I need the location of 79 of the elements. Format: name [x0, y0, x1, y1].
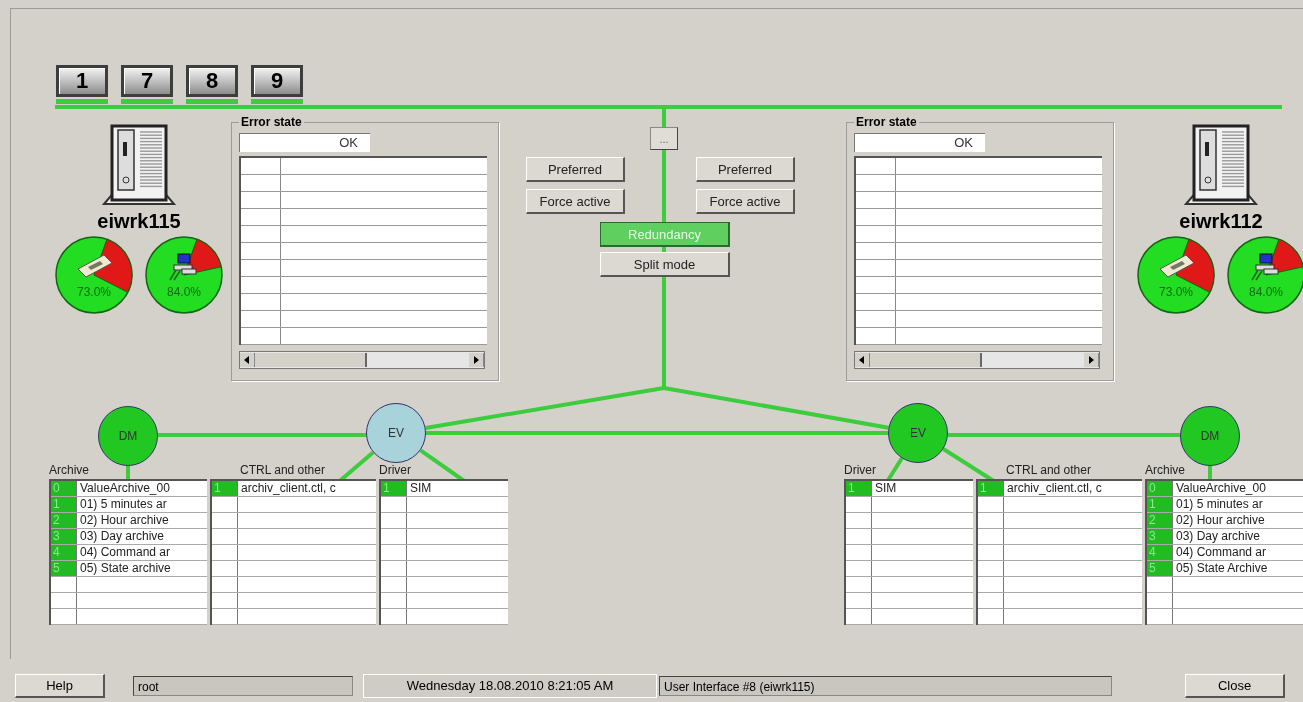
- node-button[interactable]: 1: [56, 65, 108, 97]
- scroll-right-icon[interactable]: [469, 353, 484, 367]
- table-cell-text: 05) State Archive: [1175, 561, 1269, 576]
- memory-chip-icon: [76, 253, 114, 279]
- index-cell: 4: [51, 545, 77, 560]
- table-cell-text: SIM: [409, 481, 433, 496]
- more-button[interactable]: ...: [650, 127, 678, 150]
- force-active-button[interactable]: Force active: [526, 189, 625, 214]
- interface-field: User Interface #8 (eiwrk115): [659, 675, 1112, 696]
- node-button[interactable]: 8: [186, 65, 238, 97]
- index-cell: 5: [1147, 561, 1173, 576]
- panel-title: Error state: [240, 115, 303, 129]
- table-cell-text: ValueArchive_00: [79, 481, 171, 496]
- preferred-button[interactable]: Preferred: [526, 157, 625, 182]
- scroll-thumb[interactable]: [870, 353, 982, 367]
- network-icon: [166, 253, 200, 281]
- index-cell: 1: [978, 481, 1004, 496]
- scroll-right-icon[interactable]: [1084, 353, 1099, 367]
- table-cell-text: 05) State archive: [79, 561, 172, 576]
- usage-reading: 73.0%: [1158, 285, 1194, 299]
- usage-reading: 84.0%: [1248, 285, 1284, 299]
- table-cell-text: 04) Command ar: [1175, 545, 1268, 560]
- panel-title: Error state: [855, 115, 918, 129]
- user-field: root: [133, 675, 353, 696]
- table-cell-text: 02) Hour archive: [79, 513, 170, 528]
- usage-reading: 73.0%: [76, 285, 112, 299]
- table-cell-text: 01) 5 minutes ar: [1175, 497, 1264, 512]
- server-name: eiwrk112: [1179, 210, 1263, 233]
- table-cell-text: 03) Day archive: [1175, 529, 1262, 544]
- scroll-left-icon[interactable]: [240, 353, 255, 367]
- table-cell-text: 01) 5 minutes ar: [79, 497, 168, 512]
- preferred-button[interactable]: Preferred: [696, 157, 795, 182]
- index-cell: 0: [1147, 481, 1173, 496]
- table-cell-text: 03) Day archive: [79, 529, 166, 544]
- index-cell: 3: [1147, 529, 1173, 544]
- table-title: CTRL and other: [1005, 463, 1091, 479]
- manager-node[interactable]: EV: [366, 403, 426, 463]
- horizontal-scrollbar[interactable]: [239, 351, 485, 369]
- node-button[interactable]: 9: [251, 65, 303, 97]
- table-cell-text: SIM: [874, 481, 898, 496]
- status-field: OK: [854, 133, 985, 152]
- table-cell-text: archiv_client.ctl, c: [240, 481, 337, 496]
- network-icon: [1248, 253, 1282, 281]
- index-cell: 1: [51, 497, 77, 512]
- scroll-thumb[interactable]: [255, 353, 367, 367]
- server-name: eiwrk115: [97, 210, 181, 233]
- index-cell: 3: [51, 529, 77, 544]
- table-title: Archive: [49, 463, 89, 479]
- usage-reading: 84.0%: [166, 285, 202, 299]
- manager-node[interactable]: DM: [98, 406, 158, 466]
- manager-node[interactable]: EV: [888, 403, 948, 463]
- datetime-display: Wednesday 18.08.2010 8:21:05 AM: [363, 673, 657, 698]
- scroll-left-icon[interactable]: [855, 353, 870, 367]
- table-title: Driver: [379, 463, 411, 479]
- table-title: CTRL and other: [239, 463, 325, 479]
- help-button[interactable]: Help: [15, 673, 105, 698]
- node-button[interactable]: 7: [121, 65, 173, 97]
- close-button[interactable]: Close: [1185, 673, 1285, 698]
- index-cell: 1: [1147, 497, 1173, 512]
- index-cell: 0: [51, 481, 77, 496]
- table-cell-text: ValueArchive_00: [1175, 481, 1267, 496]
- index-cell: 2: [51, 513, 77, 528]
- table-cell-text: archiv_client.ctl, c: [1006, 481, 1103, 496]
- memory-chip-icon: [1158, 253, 1196, 279]
- manager-node[interactable]: DM: [1180, 406, 1240, 466]
- table-title: Archive: [1145, 463, 1185, 479]
- table-cell-text: 04) Command ar: [79, 545, 172, 560]
- index-cell: 5: [51, 561, 77, 576]
- mode-button[interactable]: Split mode: [600, 252, 730, 277]
- force-active-button[interactable]: Force active: [696, 189, 795, 214]
- horizontal-scrollbar[interactable]: [854, 351, 1100, 369]
- index-cell: 2: [1147, 513, 1173, 528]
- index-cell: 1: [212, 481, 238, 496]
- index-cell: 1: [381, 481, 407, 496]
- table-title: Driver: [844, 463, 876, 479]
- status-field: OK: [239, 133, 370, 152]
- table-cell-text: 02) Hour archive: [1175, 513, 1266, 528]
- index-cell: 4: [1147, 545, 1173, 560]
- index-cell: 1: [846, 481, 872, 496]
